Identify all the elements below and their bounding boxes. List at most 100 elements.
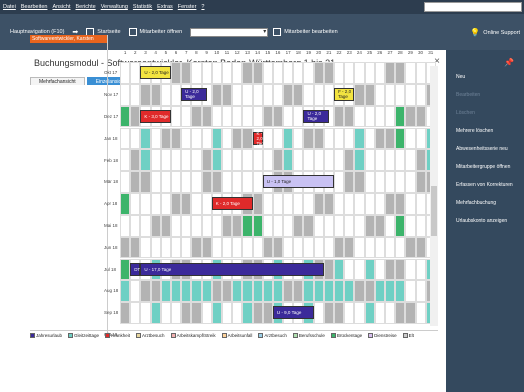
calendar-day-cell[interactable] (395, 258, 406, 281)
calendar-day-cell[interactable] (385, 236, 396, 259)
calendar-day-cell[interactable] (303, 149, 314, 172)
calendar-day-cell[interactable] (344, 302, 355, 324)
calendar-day-cell[interactable] (303, 83, 314, 106)
sidebar-item-open-group[interactable]: Mitarbeitergruppe öffnen (456, 164, 510, 170)
menu-datei[interactable]: Datei (3, 4, 16, 10)
menu-berichte[interactable]: Berichte (76, 4, 96, 10)
sidebar-item-absence-series[interactable]: Abwesenheitsserie neu (456, 146, 508, 152)
calendar-day-cell[interactable] (252, 105, 263, 128)
calendar-day-cell[interactable] (232, 236, 243, 259)
calendar-day-cell[interactable] (262, 193, 273, 215)
calendar-day-cell[interactable] (221, 83, 233, 106)
calendar-day-cell[interactable] (354, 236, 365, 259)
calendar-day-cell[interactable] (323, 149, 335, 172)
calendar-day-cell[interactable] (415, 258, 426, 281)
calendar-day-cell[interactable] (313, 62, 324, 84)
booking-bar[interactable]: K - 2,0 Tage (252, 131, 266, 146)
calendar-day-cell[interactable] (334, 302, 345, 324)
calendar-day-cell[interactable] (242, 127, 253, 150)
calendar-grid[interactable]: U - 2,0 Tage U - 2,0 Tage F - 2,0 Tage K - … (120, 62, 436, 324)
calendar-day-cell[interactable] (211, 127, 222, 150)
calendar-day-cell[interactable] (364, 149, 375, 172)
calendar-day-cell[interactable] (211, 105, 222, 128)
calendar-day-cell[interactable] (405, 214, 416, 237)
calendar-day-cell[interactable] (211, 280, 222, 303)
calendar-day-cell[interactable] (385, 105, 396, 128)
calendar-day-cell[interactable] (130, 193, 141, 215)
calendar-day-cell[interactable] (252, 302, 263, 324)
calendar-day-cell[interactable] (120, 214, 131, 237)
calendar-day-cell[interactable] (283, 127, 294, 150)
calendar-day-cell[interactable] (385, 149, 396, 172)
calendar-day-cell[interactable] (313, 214, 324, 237)
calendar-day-cell[interactable] (272, 62, 284, 84)
calendar-day-cell[interactable] (283, 193, 294, 215)
calendar-day-cell[interactable] (201, 280, 212, 303)
calendar-day-cell[interactable] (344, 127, 355, 150)
calendar-day-cell[interactable] (120, 236, 131, 259)
calendar-day-cell[interactable] (354, 149, 365, 172)
calendar-day-cell[interactable] (272, 214, 284, 237)
calendar-day-cell[interactable] (415, 83, 426, 106)
calendar-day-cell[interactable] (313, 280, 324, 303)
calendar-day-cell[interactable] (344, 171, 355, 193)
calendar-day-cell[interactable] (242, 280, 253, 303)
calendar-day-cell[interactable] (201, 127, 212, 150)
calendar-day-cell[interactable] (364, 258, 375, 281)
sidebar-item-delete-multiple[interactable]: Mehrere löschen (456, 128, 493, 134)
calendar-day-cell[interactable] (272, 236, 284, 259)
calendar-day-cell[interactable] (364, 280, 375, 303)
calendar-day-cell[interactable] (323, 62, 335, 84)
calendar-day-cell[interactable] (303, 127, 314, 150)
calendar-day-cell[interactable] (191, 236, 202, 259)
edit-employee-button[interactable]: Mitarbeiter bearbeiten (273, 28, 338, 36)
calendar-day-cell[interactable] (130, 236, 141, 259)
calendar-day-cell[interactable] (374, 83, 386, 106)
calendar-day-cell[interactable] (344, 236, 355, 259)
sidebar-item-new[interactable]: Neu (456, 74, 465, 80)
calendar-day-cell[interactable] (405, 62, 416, 84)
calendar-day-cell[interactable] (313, 302, 324, 324)
calendar-day-cell[interactable] (283, 83, 294, 106)
calendar-day-cell[interactable] (120, 171, 131, 193)
calendar-day-cell[interactable] (140, 236, 151, 259)
menu-ansicht[interactable]: Ansicht (52, 4, 70, 10)
calendar-day-cell[interactable] (405, 193, 416, 215)
booking-bar[interactable]: K - 2,0 Tage (211, 197, 253, 210)
calendar-day-cell[interactable] (415, 171, 426, 193)
calendar-day-cell[interactable] (313, 193, 324, 215)
calendar-day-cell[interactable] (354, 171, 365, 193)
calendar-day-cell[interactable] (252, 83, 263, 106)
calendar-day-cell[interactable] (354, 83, 365, 106)
calendar-day-cell[interactable] (150, 193, 161, 215)
calendar-day-cell[interactable] (170, 105, 182, 128)
calendar-day-cell[interactable] (395, 105, 406, 128)
employee-select[interactable] (190, 27, 269, 37)
calendar-day-cell[interactable] (191, 62, 202, 84)
calendar-day-cell[interactable] (262, 105, 273, 128)
calendar-day-cell[interactable] (344, 62, 355, 84)
calendar-day-cell[interactable] (385, 193, 396, 215)
vertical-scrollbar[interactable] (430, 66, 438, 326)
calendar-day-cell[interactable] (283, 105, 294, 128)
calendar-day-cell[interactable] (344, 280, 355, 303)
calendar-day-cell[interactable] (272, 127, 284, 150)
calendar-day-cell[interactable] (191, 214, 202, 237)
booking-bar[interactable]: U - 2,0 Tage (181, 87, 207, 101)
calendar-day-cell[interactable] (344, 149, 355, 172)
calendar-day-cell[interactable] (272, 83, 284, 106)
calendar-day-cell[interactable] (201, 62, 212, 84)
calendar-day-cell[interactable] (242, 236, 253, 259)
calendar-day-cell[interactable] (405, 105, 416, 128)
calendar-day-cell[interactable] (181, 236, 192, 259)
calendar-day-cell[interactable] (374, 236, 386, 259)
search-input[interactable] (424, 2, 522, 12)
menu-extras[interactable]: Extras (157, 4, 173, 10)
calendar-day-cell[interactable] (191, 105, 202, 128)
calendar-day-cell[interactable] (303, 193, 314, 215)
calendar-day-cell[interactable] (374, 127, 386, 150)
calendar-day-cell[interactable] (334, 280, 345, 303)
calendar-day-cell[interactable] (140, 171, 151, 193)
calendar-day-cell[interactable] (415, 280, 426, 303)
calendar-day-cell[interactable] (415, 105, 426, 128)
